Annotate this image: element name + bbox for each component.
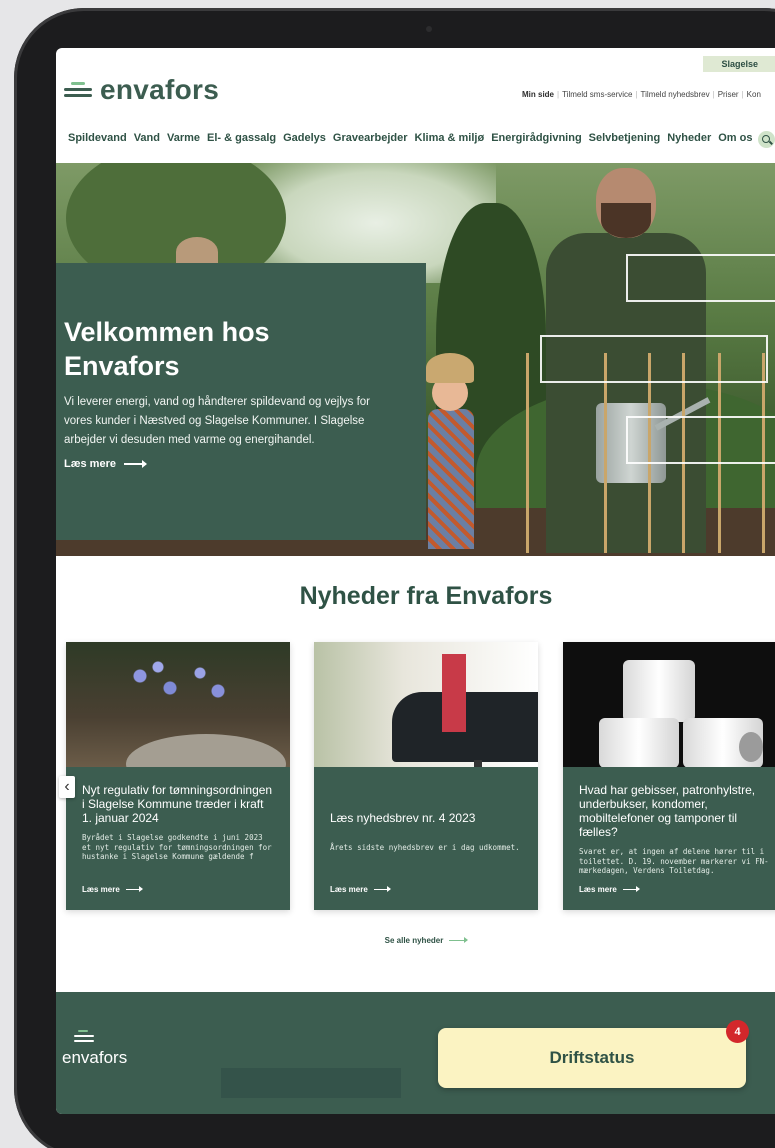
region-selector[interactable]: Slagelse — [703, 56, 775, 72]
news-card-link-label: Læs mere — [82, 885, 120, 894]
news-card-read-more[interactable]: Læs mere — [82, 885, 143, 894]
hero-description: Vi leverer energi, vand og håndterer spi… — [64, 396, 370, 446]
news-card[interactable]: Hvad har gebisser, patronhylstre, underb… — [563, 642, 775, 910]
arrow-right-icon — [125, 886, 143, 892]
news-card-image — [563, 642, 775, 767]
see-all-news-link[interactable]: Se alle nyheder — [56, 936, 775, 945]
logo-lines-icon — [64, 81, 92, 99]
news-card-title: Hvad har gebisser, patronhylstre, underb… — [579, 783, 756, 839]
footer-strip — [221, 1068, 401, 1098]
news-card-title: Nyt regulativ for tømningsordningen i Sl… — [82, 783, 273, 825]
news-card-text: Svaret er, at ingen af delene hører til … — [579, 847, 769, 875]
camera-dot — [426, 26, 432, 32]
news-card-title: Læs nyhedsbrev nr. 4 2023 — [330, 811, 476, 825]
arrow-right-icon — [449, 937, 469, 943]
nav-item-gadelys[interactable]: Gadelys — [283, 132, 326, 144]
nav-item-klima-miljo[interactable]: Klima & miljø — [415, 132, 485, 144]
utility-nav: Min side | Tilmeld sms-service | Tilmeld nyh… — [522, 90, 761, 99]
hero-title: Velkommen hos Envafors — [64, 317, 270, 381]
util-link-sms[interactable]: Tilmeld sms-service — [562, 90, 632, 99]
util-link-min-side[interactable]: Min side — [522, 90, 554, 99]
nav-item-nyheder[interactable]: Nyheder — [667, 132, 711, 144]
tablet-device: Slagelse envafors Min side | Tilmeld sms-s… — [0, 0, 775, 1148]
nav-item-varme[interactable]: Varme — [167, 132, 200, 144]
browser-screen: Slagelse envafors Min side | Tilmeld sms-s… — [56, 48, 775, 1114]
news-card-text: Byrådet i Slagelse godkendte i juni 2023… — [82, 833, 272, 861]
news-section-title: Nyheder fra Envafors — [299, 582, 553, 610]
nav-item-energiradgivning[interactable]: Energirådgivning — [491, 132, 581, 144]
util-link-priser[interactable]: Priser — [718, 90, 739, 99]
util-link-newsletter[interactable]: Tilmeld nyhedsbrev — [641, 90, 710, 99]
hero-photo-child — [426, 353, 476, 553]
news-card[interactable]: Nyt regulativ for tømningsordningen i Sl… — [66, 642, 290, 910]
util-link-kontakt[interactable]: Kon — [747, 90, 761, 99]
driftstatus-count-badge: 4 — [726, 1020, 749, 1043]
main-nav: Spildevand Vand Varme El- & gassalg Gade… — [68, 132, 752, 144]
news-card-link-label: Læs mere — [330, 885, 368, 894]
hero-section: Velkommen hos Envafors Vi leverer energi… — [56, 163, 775, 556]
footer-logo-text: envafors — [62, 1048, 128, 1067]
arrow-right-icon — [123, 460, 147, 468]
hero-read-more-link[interactable]: Læs mere — [64, 458, 418, 470]
nav-item-vand[interactable]: Vand — [134, 132, 160, 144]
hero-text-box: Velkommen hos Envafors Vi leverer energi… — [56, 263, 426, 540]
search-icon[interactable] — [758, 131, 775, 148]
news-card-text: Årets sidste nyhedsbrev er i dag udkomme… — [330, 843, 520, 852]
nav-item-om-os[interactable]: Om os — [718, 132, 752, 144]
news-card-read-more[interactable]: Læs mere — [330, 885, 391, 894]
see-all-label: Se alle nyheder — [384, 936, 444, 945]
nav-item-spildevand[interactable]: Spildevand — [68, 132, 127, 144]
news-card[interactable]: Læs nyhedsbrev nr. 4 2023 Årets sidste n… — [314, 642, 538, 910]
garden-stake — [526, 353, 529, 553]
decorative-frame — [540, 335, 768, 383]
footer-logo[interactable]: envafors — [62, 1030, 127, 1068]
garden-stake — [604, 353, 607, 553]
arrow-right-icon — [373, 886, 391, 892]
news-card-image — [314, 642, 538, 767]
decorative-frame — [626, 254, 775, 302]
nav-item-el-gassalg[interactable]: El- & gassalg — [207, 132, 276, 144]
decorative-frame — [626, 416, 775, 464]
nav-item-selvbetjening[interactable]: Selvbetjening — [589, 132, 661, 144]
arrow-right-icon — [622, 886, 640, 892]
nav-item-gravearbejder[interactable]: Gravearbejder — [333, 132, 408, 144]
news-card-image — [66, 642, 290, 767]
site-footer: envafors Driftstatus 4 — [56, 992, 775, 1114]
site-logo[interactable]: envafors — [64, 74, 219, 106]
news-card-link-label: Læs mere — [579, 885, 617, 894]
hero-link-label: Læs mere — [64, 458, 116, 470]
logo-lines-icon — [74, 1030, 96, 1044]
logo-text: envafors — [100, 74, 220, 105]
carousel-prev-chevron-icon[interactable]: ‹ — [59, 776, 75, 798]
driftstatus-button[interactable]: Driftstatus — [438, 1028, 746, 1088]
news-card-read-more[interactable]: Læs mere — [579, 885, 640, 894]
